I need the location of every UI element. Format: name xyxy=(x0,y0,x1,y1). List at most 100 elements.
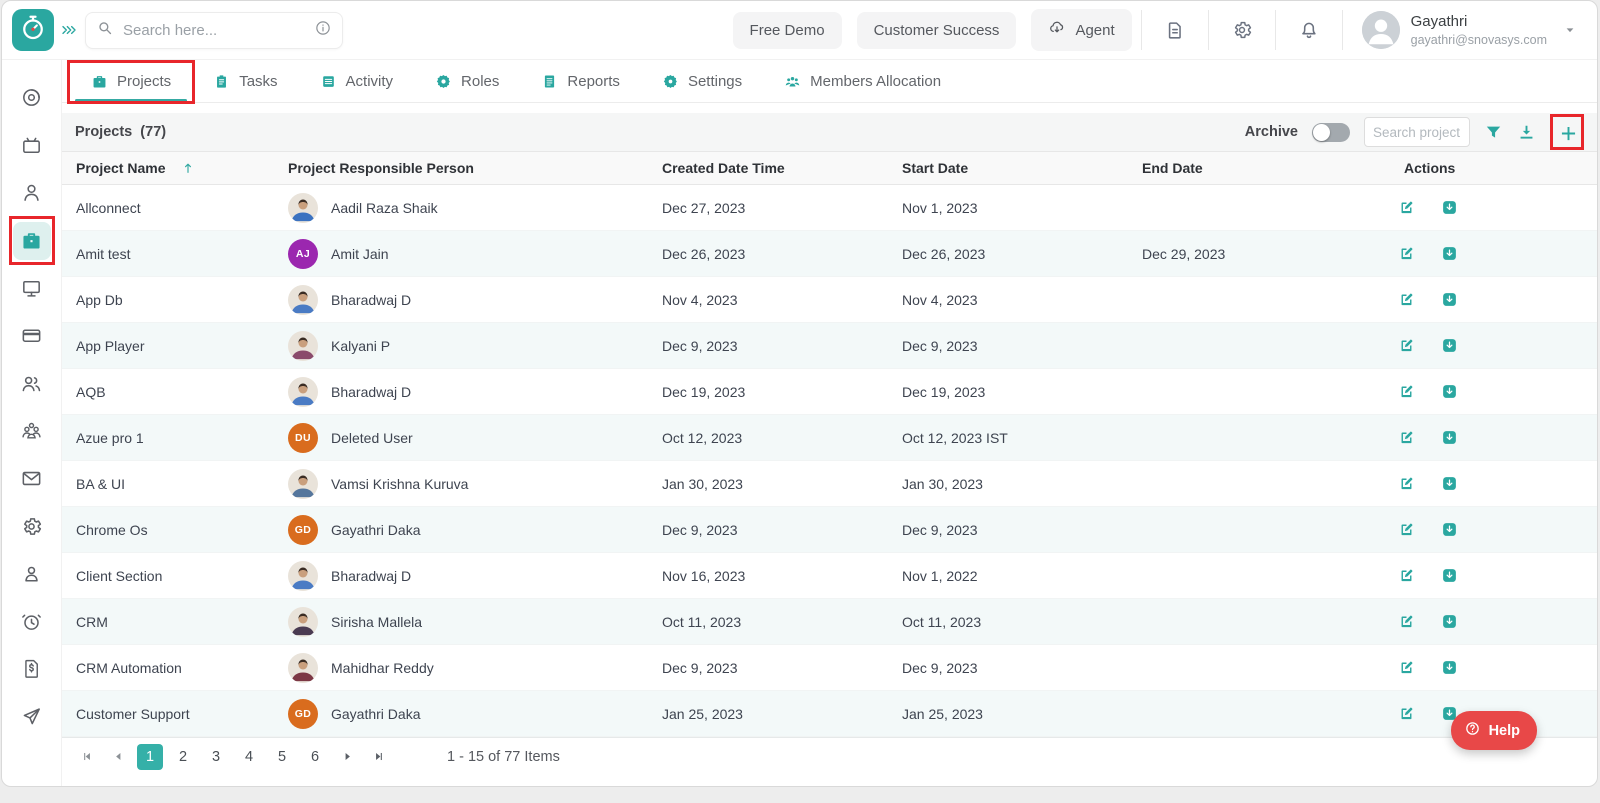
sidebar-item-briefcase[interactable] xyxy=(2,217,62,265)
sidebar-item-person-badge[interactable] xyxy=(2,550,62,598)
edit-icon[interactable] xyxy=(1398,521,1415,538)
project-search-input[interactable] xyxy=(1364,117,1470,147)
tab-reports[interactable]: Reports xyxy=(520,60,641,102)
customer-success-button[interactable]: Customer Success xyxy=(857,12,1017,49)
previous-page-icon[interactable] xyxy=(106,745,130,769)
archive-icon[interactable] xyxy=(1441,567,1458,584)
table-row[interactable]: App DbBharadwaj DNov 4, 2023Nov 4, 2023 xyxy=(62,277,1597,323)
edit-icon[interactable] xyxy=(1398,567,1415,584)
edit-icon[interactable] xyxy=(1398,705,1415,722)
column-header-start[interactable]: Start Date xyxy=(902,160,1142,176)
archive-icon[interactable] xyxy=(1441,429,1458,446)
created-date-cell: Oct 12, 2023 xyxy=(662,430,902,446)
sidebar-item-mail[interactable] xyxy=(2,455,62,503)
sidebar-item-send[interactable] xyxy=(2,693,62,741)
global-search-input[interactable] xyxy=(123,22,305,39)
last-page-icon[interactable] xyxy=(366,745,390,769)
tab-label: Settings xyxy=(688,73,742,90)
column-header-end[interactable]: End Date xyxy=(1142,160,1382,176)
sidebar-item-monitor[interactable] xyxy=(2,264,62,312)
sidebar-item-gear[interactable] xyxy=(2,502,62,550)
people-icon xyxy=(20,372,43,395)
help-button[interactable]: Help xyxy=(1451,711,1537,750)
column-header-person[interactable]: Project Responsible Person xyxy=(288,160,662,176)
edit-icon[interactable] xyxy=(1398,199,1415,216)
table-row[interactable]: AllconnectAadil Raza ShaikDec 27, 2023No… xyxy=(62,185,1597,231)
sidebar-item-target[interactable] xyxy=(2,74,62,122)
end-date-cell: Dec 29, 2023 xyxy=(1142,246,1382,262)
page-number-3[interactable]: 3 xyxy=(203,744,229,770)
table-row[interactable]: Customer SupportGDGayathri DakaJan 25, 2… xyxy=(62,691,1597,737)
archive-icon[interactable] xyxy=(1441,659,1458,676)
archive-toggle[interactable] xyxy=(1312,123,1350,142)
gear-icon[interactable] xyxy=(1231,19,1253,41)
column-header-created[interactable]: Created Date Time xyxy=(662,160,902,176)
settings-icon xyxy=(662,73,679,90)
sort-ascending-icon[interactable] xyxy=(181,161,195,175)
sidebar-expand-icon[interactable] xyxy=(61,22,77,38)
page-number-1[interactable]: 1 xyxy=(137,744,163,770)
sidebar-item-card[interactable] xyxy=(2,312,62,360)
edit-icon[interactable] xyxy=(1398,429,1415,446)
edit-icon[interactable] xyxy=(1398,659,1415,676)
table-row[interactable]: BA & UIVamsi Krishna KuruvaJan 30, 2023J… xyxy=(62,461,1597,507)
archive-icon[interactable] xyxy=(1441,613,1458,630)
sidebar-item-team[interactable] xyxy=(2,407,62,455)
person-name: Gayathri Daka xyxy=(331,522,420,538)
page-number-2[interactable]: 2 xyxy=(170,744,196,770)
chevron-down-icon[interactable] xyxy=(1563,23,1577,37)
tab-tasks[interactable]: Tasks xyxy=(192,60,298,102)
info-icon[interactable] xyxy=(314,19,332,42)
sidebar-item-people[interactable] xyxy=(2,360,62,408)
table-row[interactable]: Client SectionBharadwaj DNov 16, 2023Nov… xyxy=(62,553,1597,599)
archive-icon[interactable] xyxy=(1441,337,1458,354)
download-icon[interactable] xyxy=(1517,123,1536,142)
sidebar-item-invoice[interactable] xyxy=(2,645,62,693)
free-demo-button[interactable]: Free Demo xyxy=(733,12,842,49)
document-icon[interactable] xyxy=(1164,19,1186,41)
page-title: Projects (77) xyxy=(75,124,166,140)
notification-bell-icon[interactable] xyxy=(1298,19,1320,41)
column-header-project-name[interactable]: Project Name xyxy=(76,160,288,176)
person-badge-icon xyxy=(20,562,43,585)
sidebar-item-person[interactable] xyxy=(2,169,62,217)
page-number-5[interactable]: 5 xyxy=(269,744,295,770)
sidebar-item-alarm[interactable] xyxy=(2,598,62,646)
edit-icon[interactable] xyxy=(1398,291,1415,308)
tab-roles[interactable]: Roles xyxy=(414,60,520,102)
user-menu[interactable]: Gayathri gayathri@snovasys.com xyxy=(1411,12,1547,48)
table-row[interactable]: Azue pro 1DUDeleted UserOct 12, 2023Oct … xyxy=(62,415,1597,461)
archive-icon[interactable] xyxy=(1441,475,1458,492)
edit-icon[interactable] xyxy=(1398,475,1415,492)
archive-icon[interactable] xyxy=(1441,521,1458,538)
archive-icon[interactable] xyxy=(1441,199,1458,216)
table-row[interactable]: Amit testAJAmit JainDec 26, 2023Dec 26, … xyxy=(62,231,1597,277)
app-logo[interactable] xyxy=(12,9,54,51)
tab-projects[interactable]: Projects xyxy=(70,60,192,102)
archive-icon[interactable] xyxy=(1441,383,1458,400)
archive-icon[interactable] xyxy=(1441,291,1458,308)
tab-activity[interactable]: Activity xyxy=(299,60,415,102)
archive-icon[interactable] xyxy=(1441,245,1458,262)
edit-icon[interactable] xyxy=(1398,613,1415,630)
table-row[interactable]: CRMSirisha MallelaOct 11, 2023Oct 11, 20… xyxy=(62,599,1597,645)
table-row[interactable]: Chrome OsGDGayathri DakaDec 9, 2023Dec 9… xyxy=(62,507,1597,553)
agent-button[interactable]: Agent xyxy=(1031,9,1131,51)
tab-members-allocation[interactable]: Members Allocation xyxy=(763,60,962,102)
tab-settings[interactable]: Settings xyxy=(641,60,763,102)
sidebar-item-tv[interactable] xyxy=(2,122,62,170)
edit-icon[interactable] xyxy=(1398,383,1415,400)
edit-icon[interactable] xyxy=(1398,337,1415,354)
add-project-button[interactable] xyxy=(1558,123,1577,142)
page-number-4[interactable]: 4 xyxy=(236,744,262,770)
next-page-icon[interactable] xyxy=(335,745,359,769)
filter-icon[interactable] xyxy=(1484,123,1503,142)
table-row[interactable]: App PlayerKalyani PDec 9, 2023Dec 9, 202… xyxy=(62,323,1597,369)
edit-icon[interactable] xyxy=(1398,245,1415,262)
table-row[interactable]: CRM AutomationMahidhar ReddyDec 9, 2023D… xyxy=(62,645,1597,691)
page-number-6[interactable]: 6 xyxy=(302,744,328,770)
table-row[interactable]: AQBBharadwaj DDec 19, 2023Dec 19, 2023 xyxy=(62,369,1597,415)
person-name: Bharadwaj D xyxy=(331,292,411,308)
first-page-icon[interactable] xyxy=(75,745,99,769)
user-avatar[interactable] xyxy=(1362,11,1400,49)
